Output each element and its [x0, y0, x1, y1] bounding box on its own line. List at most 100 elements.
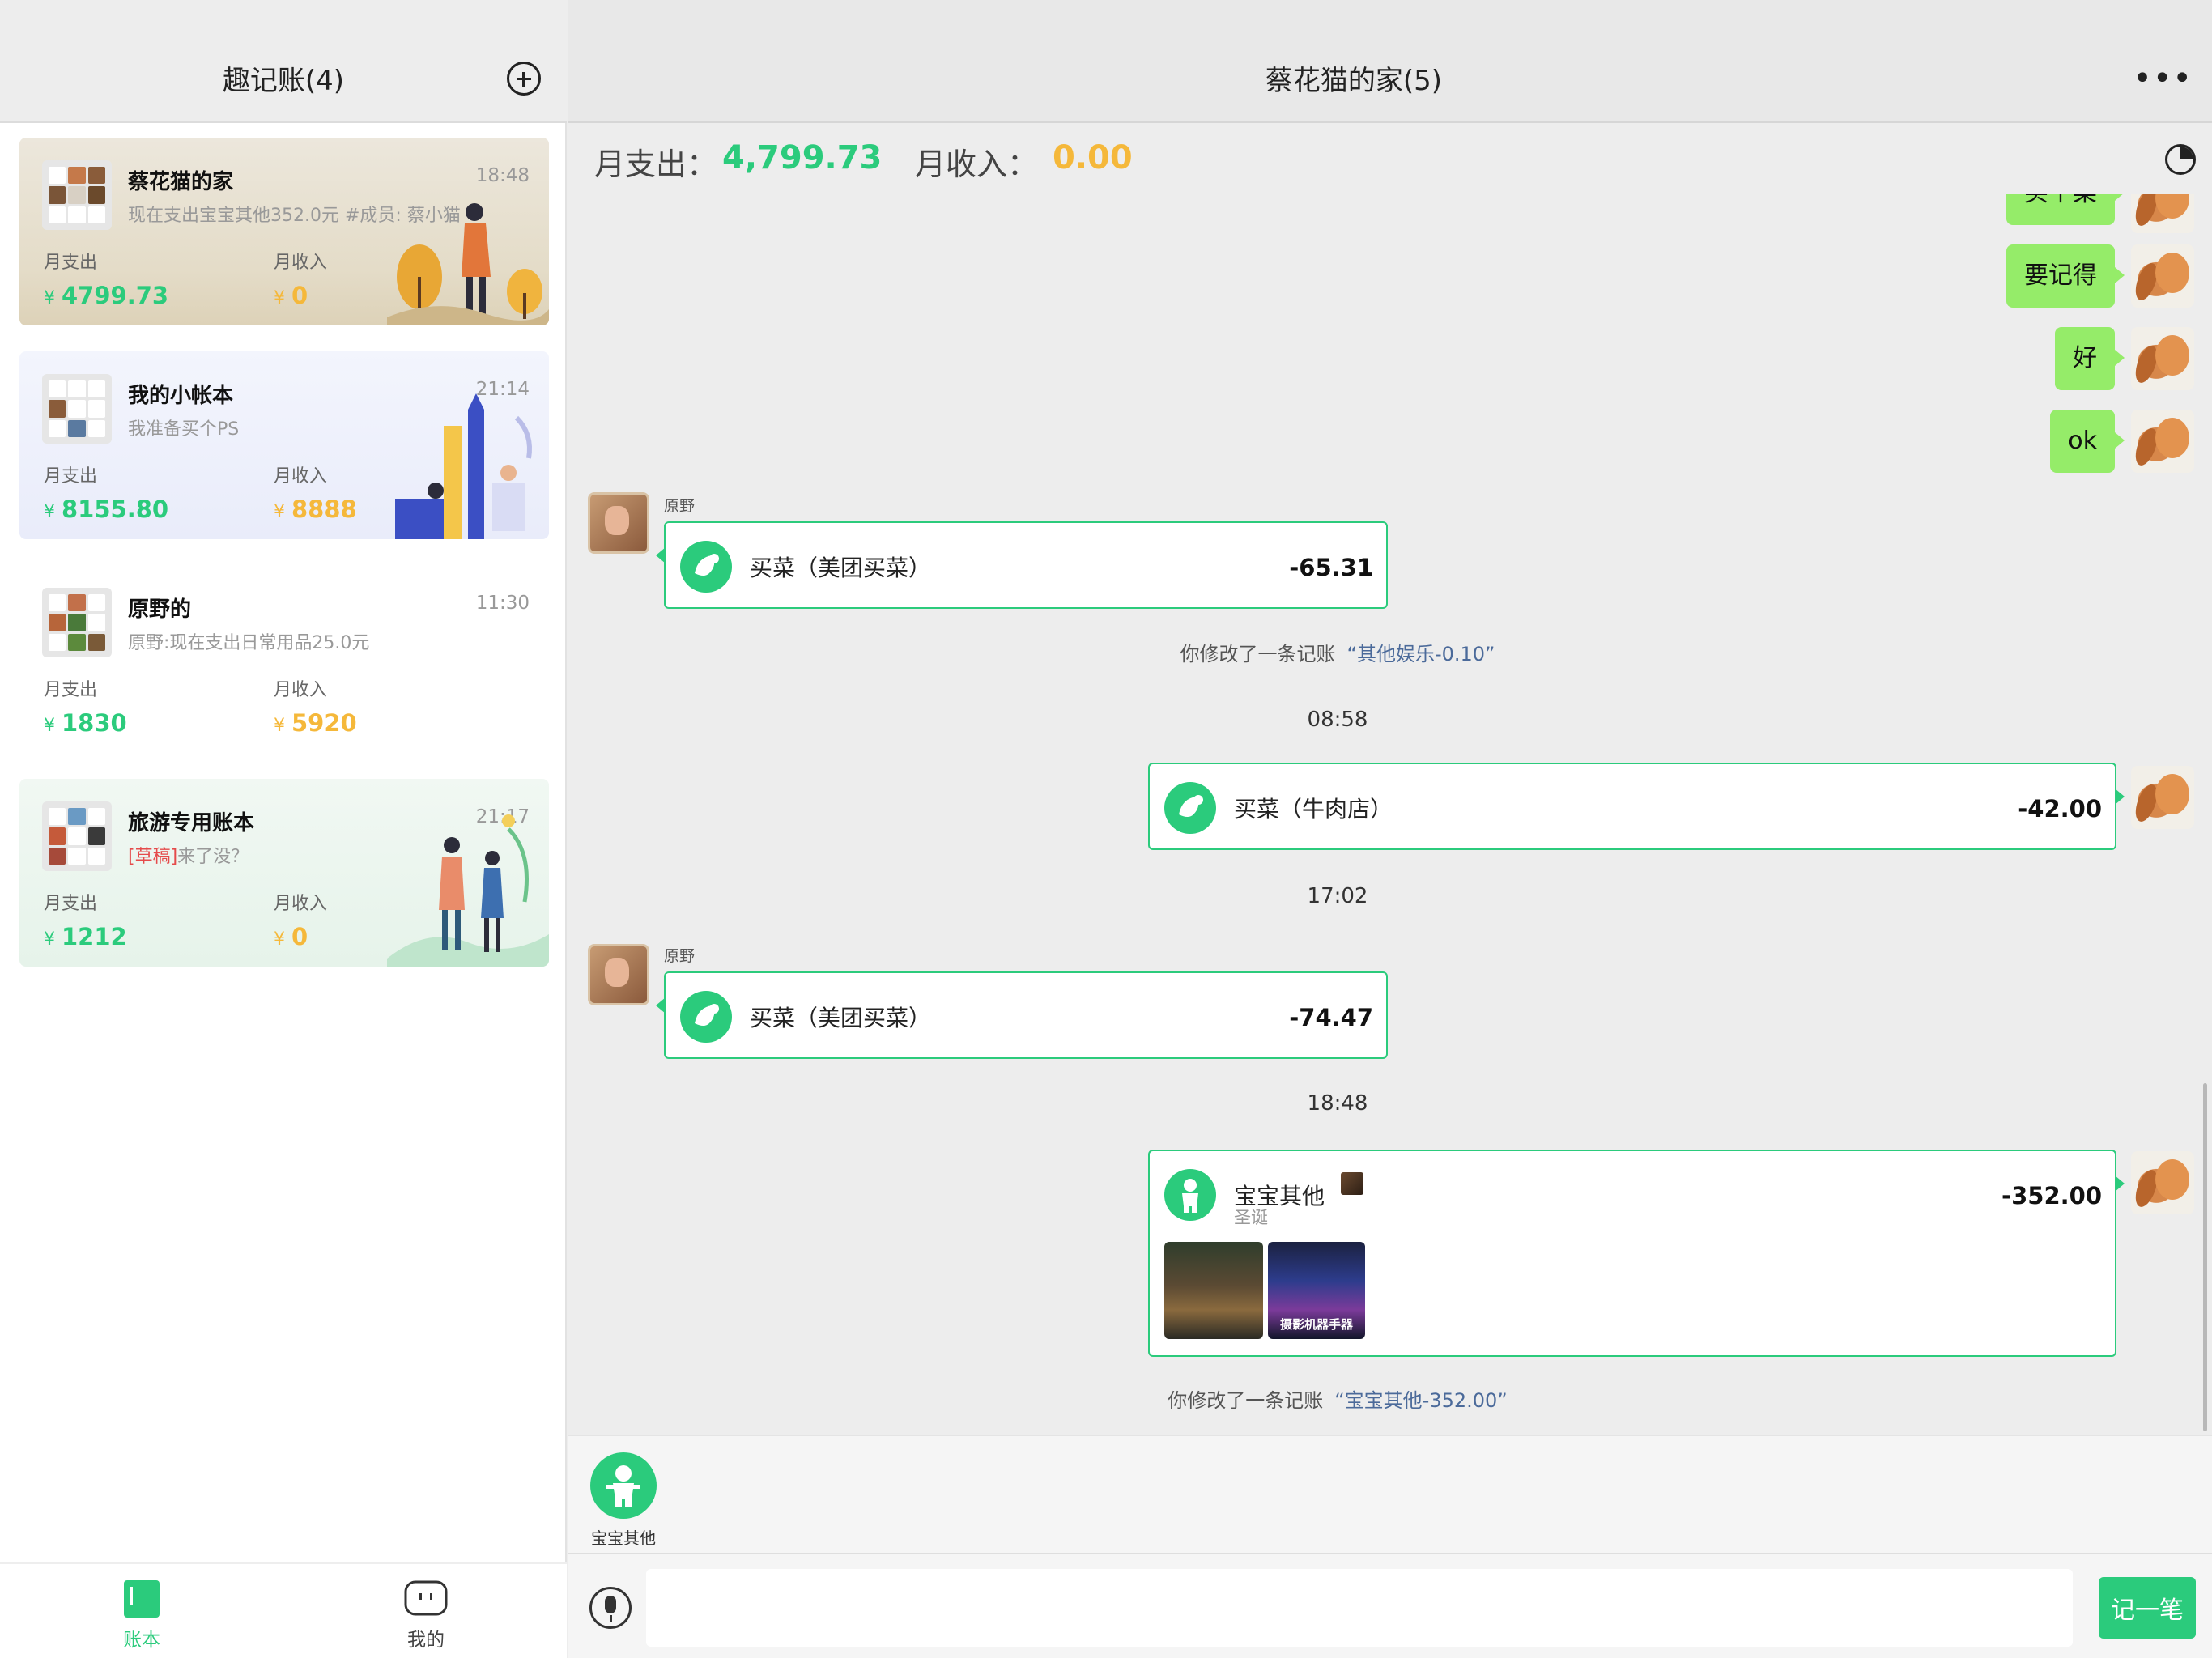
- record-submit-button[interactable]: 记一笔: [2099, 1577, 2196, 1639]
- record-card[interactable]: 买菜（美团买菜） -65.31: [656, 521, 1388, 609]
- expense-value: ¥1830: [44, 709, 127, 737]
- microphone-icon[interactable]: [589, 1587, 632, 1629]
- baby-icon: [590, 1452, 657, 1519]
- book-avatar: [42, 801, 112, 871]
- record-card[interactable]: 买菜（美团买菜） -74.47: [656, 971, 1388, 1059]
- expense-amount: 4799.73: [62, 282, 169, 309]
- message-input[interactable]: [646, 1569, 2073, 1647]
- quick-category-row: 宝宝其他: [568, 1435, 2212, 1553]
- member-avatar[interactable]: [588, 492, 649, 554]
- record-category: 买菜（牛肉店）: [1234, 796, 1393, 823]
- system-note: 你修改了一条记账 “宝宝其他-352.00”: [568, 1384, 2107, 1413]
- income-label: 月收入: [274, 253, 328, 273]
- user-avatar[interactable]: [2131, 194, 2194, 233]
- income-label: 月收入: [274, 680, 328, 700]
- scrollbar-thumb[interactable]: [2203, 1083, 2207, 1431]
- expense-value: ¥8155.80: [44, 495, 168, 523]
- record-card[interactable]: 买菜（牛肉店） -42.00: [1148, 763, 2125, 850]
- monthly-expense-label: 月支出：: [594, 147, 718, 182]
- vegetable-icon: [680, 991, 732, 1043]
- book-avatar: [42, 588, 112, 657]
- ruler-illustration: [395, 393, 532, 539]
- member-avatar[interactable]: [588, 944, 649, 1005]
- pie-chart-icon[interactable]: [2165, 144, 2196, 175]
- system-note-text: 你修改了一条记账: [1180, 643, 1336, 665]
- expense-amount: 1212: [62, 923, 127, 950]
- tab-profile[interactable]: 我的: [369, 1579, 483, 1652]
- tab-books[interactable]: 账本: [85, 1579, 198, 1652]
- income-amount: 5920: [291, 709, 357, 737]
- book-card[interactable]: 原野的 11:30 原野:现在支出日常用品25.0元 月支出 月收入 ¥1830…: [19, 565, 549, 753]
- system-note-text: 你修改了一条记账: [1168, 1389, 1324, 1412]
- book-subtitle: 原野:现在支出日常用品25.0元: [128, 633, 370, 653]
- book-name: 蔡花猫的家: [128, 170, 234, 194]
- monthly-income-label: 月收入：: [915, 147, 1039, 182]
- record-amount: -65.31: [1289, 554, 1373, 581]
- book-icon: [124, 1580, 160, 1618]
- book-card[interactable]: 我的小帐本 21:14 我准备买个PS 月支出 月收入 ¥8155.80 ¥88…: [19, 351, 549, 539]
- yen-sign: ¥: [44, 502, 55, 522]
- user-avatar[interactable]: [2131, 410, 2194, 473]
- autumn-illustration: [387, 203, 549, 325]
- photo-thumbnail[interactable]: 摄影机器手器: [1268, 1242, 1365, 1339]
- income-value: ¥8888: [274, 495, 357, 523]
- user-avatar[interactable]: [2131, 766, 2194, 829]
- yen-sign: ¥: [274, 716, 285, 736]
- yen-sign: ¥: [44, 929, 55, 950]
- book-card[interactable]: 蔡花猫的家 18:48 现在支出宝宝其他352.0元 #成员: 蔡小猫 月支出 …: [19, 138, 549, 325]
- income-amount: 0: [291, 282, 308, 309]
- message-bubble: 买个菜: [2006, 194, 2125, 225]
- book-avatar: [42, 374, 112, 444]
- record-amount: -74.47: [1289, 1004, 1373, 1031]
- travel-illustration: [387, 814, 549, 967]
- income-label: 月收入: [274, 894, 328, 914]
- yen-sign: ¥: [274, 288, 285, 308]
- book-list-pane: 趣记账(4) 蔡花猫的家 18:48 现在支出宝宝其他352.0元 #成员: 蔡…: [0, 0, 567, 1658]
- record-category: 买菜（美团买菜）: [750, 1005, 932, 1031]
- book-name: 我的小帐本: [128, 384, 234, 408]
- photo-thumbnail[interactable]: [1164, 1242, 1263, 1339]
- user-avatar[interactable]: [2131, 244, 2194, 308]
- book-subtitle: [草稿]来了没？: [128, 842, 249, 868]
- yen-sign: ¥: [274, 502, 285, 522]
- book-time: 11:30: [475, 593, 530, 614]
- attachment-thumb-icon: [1341, 1172, 1363, 1195]
- income-value: ¥0: [274, 282, 308, 309]
- yen-sign: ¥: [44, 288, 55, 308]
- message-list[interactable]: 买个菜 要记得 好 ok 原野 买菜（美团买菜） -65.31 你修改了一条记账…: [568, 194, 2212, 1433]
- book-card[interactable]: 旅游专用账本 21:17 [草稿]来了没？ 月支出 月收入 ¥1212 ¥0: [19, 779, 549, 967]
- income-amount: 0: [291, 923, 308, 950]
- draft-text: 来了没？: [177, 847, 249, 867]
- monthly-expense-value: 4,799.73: [722, 139, 883, 176]
- expense-label: 月支出: [44, 253, 98, 273]
- record-card[interactable]: 宝宝其他 圣诞 -352.00 摄影机器手器: [1148, 1150, 2125, 1357]
- vegetable-icon: [1164, 782, 1216, 834]
- add-book-icon[interactable]: [507, 62, 541, 96]
- record-amount: -352.00: [2001, 1182, 2102, 1209]
- expense-label: 月支出: [44, 680, 98, 700]
- income-value: ¥0: [274, 923, 308, 950]
- system-note-quote[interactable]: “宝宝其他-352.00”: [1334, 1389, 1508, 1412]
- timestamp: 08:58: [1307, 708, 1368, 732]
- book-subtitle: 我准备买个PS: [128, 419, 240, 440]
- system-note-quote[interactable]: “其他娱乐-0.10”: [1347, 643, 1495, 665]
- user-avatar[interactable]: [2131, 1151, 2194, 1214]
- baby-icon: [1164, 1169, 1216, 1221]
- tab-label: 我的: [407, 1630, 445, 1651]
- sender-name: 原野: [664, 947, 696, 965]
- book-list-header: 趣记账(4): [0, 0, 567, 123]
- timestamp: 17:02: [1307, 884, 1368, 908]
- yen-sign: ¥: [44, 716, 55, 736]
- input-bar: 记一笔: [568, 1553, 2212, 1658]
- book-name: 旅游专用账本: [128, 811, 255, 835]
- monthly-summary: 月支出： 4,799.73 月收入： 0.00: [568, 125, 2212, 194]
- message-bubble: 好: [2055, 327, 2125, 390]
- user-avatar[interactable]: [2131, 327, 2194, 390]
- profile-icon: [404, 1580, 448, 1616]
- yen-sign: ¥: [274, 929, 285, 950]
- book-name: 原野的: [128, 597, 192, 622]
- income-value: ¥5920: [274, 709, 357, 737]
- more-icon[interactable]: •••: [2133, 60, 2193, 97]
- quick-category-baby[interactable]: 宝宝其他: [589, 1452, 657, 1549]
- expense-value: ¥4799.73: [44, 282, 168, 309]
